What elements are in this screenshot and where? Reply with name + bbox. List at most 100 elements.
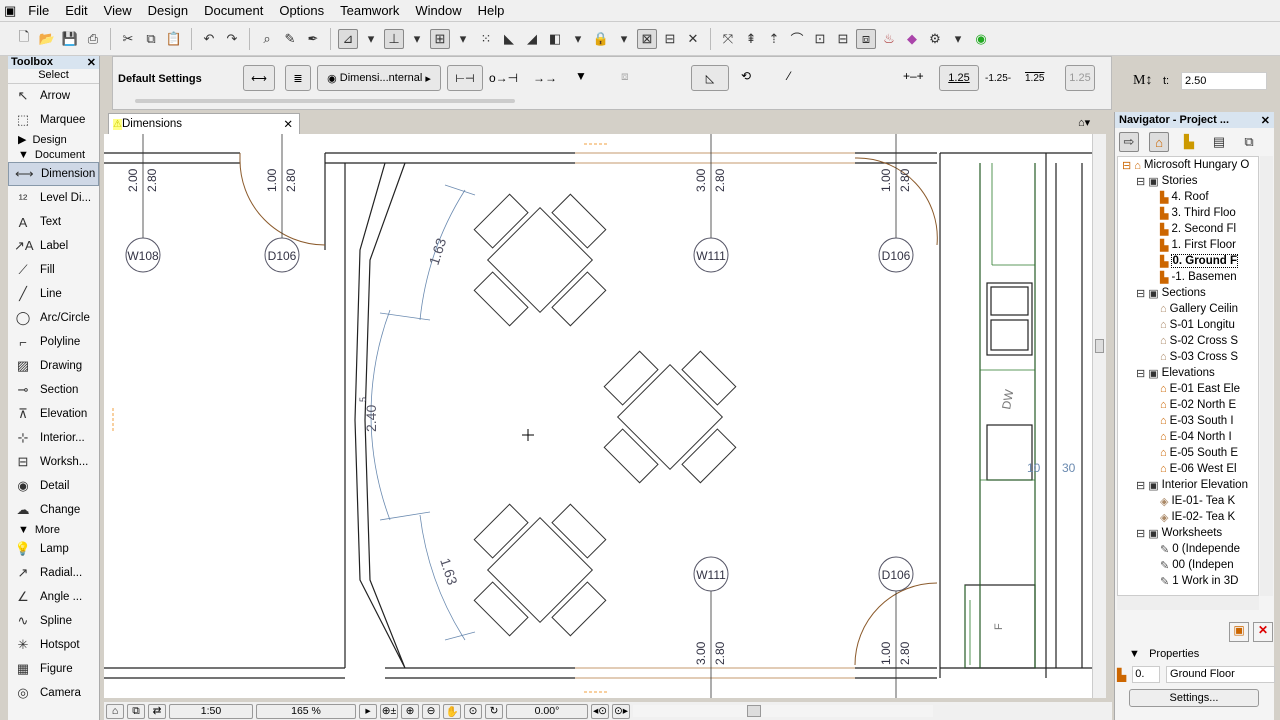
settings-3d-icon[interactable]: ⚙ <box>925 29 945 49</box>
tab-dimensions[interactable]: ⚠Dimensions ✕ <box>108 113 300 134</box>
organizer-icon[interactable]: ⧉ <box>1239 132 1259 152</box>
witness-line-icon[interactable]: +–+ <box>903 69 924 83</box>
tree-item[interactable]: ▙ 2. Second Fl <box>1118 221 1258 237</box>
menu-design[interactable]: Design <box>140 3 196 18</box>
properties-header[interactable]: ▼ Properties <box>1115 648 1275 660</box>
tree-item[interactable]: ⌂ S-03 Cross S <box>1118 349 1258 365</box>
menu-teamwork[interactable]: Teamwork <box>332 3 407 18</box>
tree-root[interactable]: ⊟ ⌂ Microsoft Hungary O <box>1118 157 1258 173</box>
text-pos-above[interactable]: 1.25 <box>939 65 979 91</box>
navigator-icon[interactable]: ⌂ <box>106 703 124 719</box>
previous-zoom-icon[interactable]: ◂⊙ <box>591 703 609 719</box>
print-icon[interactable]: ⎙ <box>83 29 103 49</box>
fit-icon[interactable]: ⊙ <box>464 703 482 719</box>
trim-icon[interactable]: ◣ <box>499 29 519 49</box>
table-icon[interactable]: ⊟ <box>660 29 680 49</box>
property-id-field[interactable]: 0. <box>1132 666 1161 683</box>
save-icon[interactable]: 💾 <box>60 29 80 49</box>
tree-item[interactable]: ⌂ E-01 East Ele <box>1118 381 1258 397</box>
redraw-icon[interactable]: ⇄ <box>148 703 166 719</box>
tree-item[interactable]: ⌂ S-01 Longitu <box>1118 317 1258 333</box>
tree-folder-elevations[interactable]: ⊟ ▣ Elevations <box>1118 365 1258 381</box>
tree-item[interactable]: ◈ IE-02- Tea K <box>1118 509 1258 525</box>
zoom-area-icon[interactable]: ⊕± <box>380 703 398 719</box>
copy-icon[interactable]: ⧉ <box>141 29 161 49</box>
pan-icon[interactable]: ✋ <box>443 703 461 719</box>
tree-item[interactable]: ✎ 00 (Indepen <box>1118 557 1258 573</box>
cut-icon[interactable]: ✂ <box>118 29 138 49</box>
new-icon[interactable]: 🗋 <box>14 29 34 49</box>
tool-level-di[interactable]: ¹² Level Di... <box>8 186 99 210</box>
layout-book-icon[interactable]: ▙ <box>1179 132 1199 152</box>
tree-hscrollbar[interactable] <box>1117 596 1259 610</box>
menu-help[interactable]: Help <box>470 3 513 18</box>
group-document[interactable]: ▼ Document <box>8 147 99 162</box>
tree-item[interactable]: ◈ IE-01- Tea K <box>1118 493 1258 509</box>
dimension-settings-button[interactable]: ⟷ <box>243 65 275 91</box>
tool-drawing[interactable]: ▨ Drawing <box>8 354 99 378</box>
view-map-icon[interactable]: ⌂ <box>1149 132 1169 152</box>
tool-marquee[interactable]: ⬚ Marquee <box>8 108 99 132</box>
menu-options[interactable]: Options <box>271 3 332 18</box>
dropdown-icon[interactable]: ▾ <box>453 29 473 49</box>
tool-line[interactable]: ╱ Line <box>8 282 99 306</box>
paste-icon[interactable]: 📋 <box>164 29 184 49</box>
tree-item[interactable]: ⌂ E-05 South E <box>1118 445 1258 461</box>
preview-icon[interactable]: ⧉ <box>127 703 145 719</box>
dropdown-icon[interactable]: ▾ <box>614 29 634 49</box>
teamwork-icon[interactable]: ◉ <box>971 29 991 49</box>
tool-section[interactable]: ⊸ Section <box>8 378 99 402</box>
tree-folder-sections[interactable]: ⊟ ▣ Sections <box>1118 285 1258 301</box>
text-height-input[interactable]: 2.50 <box>1181 72 1267 90</box>
rotate-icon[interactable]: ⟲ <box>741 69 751 83</box>
zoom-field[interactable]: 165 % <box>256 703 356 719</box>
project-map-icon[interactable]: ⇨ <box>1119 132 1139 152</box>
tool-lamp[interactable]: 💡 Lamp <box>8 537 99 561</box>
tree-item[interactable]: ⌂ E-04 North I <box>1118 429 1258 445</box>
scale-field[interactable]: 1:50 <box>169 703 253 719</box>
rotate-view-icon[interactable]: ↻ <box>485 703 503 719</box>
offset-icon[interactable]: ⇡ <box>764 29 784 49</box>
3d-icon[interactable]: ◆ <box>902 29 922 49</box>
tool-hotspot[interactable]: ✳ Hotspot <box>8 633 99 657</box>
close-icon[interactable]: ✕ <box>1261 114 1270 127</box>
tool-angle[interactable]: ∠ Angle ... <box>8 585 99 609</box>
split-icon[interactable]: ◢ <box>522 29 542 49</box>
tool-fill[interactable]: ⟋ Fill <box>8 258 99 282</box>
tree-item[interactable]: ⌂ Gallery Ceilin <box>1118 301 1258 317</box>
menu-file[interactable]: File <box>20 3 57 18</box>
angle-field[interactable]: 0.00° <box>506 703 588 719</box>
dim-type-elevation[interactable]: ▼ <box>575 69 587 83</box>
tree-item[interactable]: ▙ 3. Third Floo <box>1118 205 1258 221</box>
intersect-icon[interactable]: ⤧ <box>718 29 738 49</box>
tree-folder-worksheets[interactable]: ⊟ ▣ Worksheets <box>1118 525 1258 541</box>
undo-icon[interactable]: ↶ <box>199 29 219 49</box>
menu-window[interactable]: Window <box>407 3 469 18</box>
tree-item[interactable]: ▙ 4. Roof <box>1118 189 1258 205</box>
geometry-method-icon[interactable]: ⧈ <box>621 69 629 84</box>
tree-item[interactable]: ⌂ S-02 Cross S <box>1118 333 1258 349</box>
tool-text[interactable]: A Text <box>8 210 99 234</box>
menu-document[interactable]: Document <box>196 3 271 18</box>
tool-worksh[interactable]: ⊟ Worksh... <box>8 450 99 474</box>
snap-icon[interactable]: ⊥ <box>384 28 404 49</box>
tool-arrow[interactable]: ↖ Arrow <box>8 84 99 108</box>
dim-type-linear[interactable]: ⊢⊣ <box>447 65 483 91</box>
tool-arc-circle[interactable]: ◯ Arc/Circle <box>8 306 99 330</box>
tree-item[interactable]: ✎ 0 (Independe <box>1118 541 1258 557</box>
tool-camera[interactable]: ◎ Camera <box>8 681 99 705</box>
tool-spline[interactable]: ∿ Spline <box>8 609 99 633</box>
tool-radial[interactable]: ↗ Radial... <box>8 561 99 585</box>
close-tab-icon[interactable]: ✕ <box>283 117 293 131</box>
open-icon[interactable]: 📂 <box>37 29 57 49</box>
marquee-icon[interactable]: ⁙ <box>476 29 496 49</box>
text-pos-angled[interactable]: 1.25 <box>1065 65 1095 91</box>
tree-scrollbar[interactable] <box>1260 156 1273 596</box>
tool-detail[interactable]: ◉ Detail <box>8 474 99 498</box>
tree-item[interactable]: ▙ -1. Basemen <box>1118 269 1258 285</box>
tree-item[interactable]: ▙ 0. Ground F <box>1118 253 1258 269</box>
construction-method-button[interactable]: ◺ <box>691 65 729 91</box>
layer-select[interactable]: ◉ Dimensi...nternal ▸ <box>317 65 441 91</box>
dropdown-icon[interactable]: ▾ <box>948 29 968 49</box>
guide-lines-icon[interactable]: ⊿ <box>338 28 358 49</box>
